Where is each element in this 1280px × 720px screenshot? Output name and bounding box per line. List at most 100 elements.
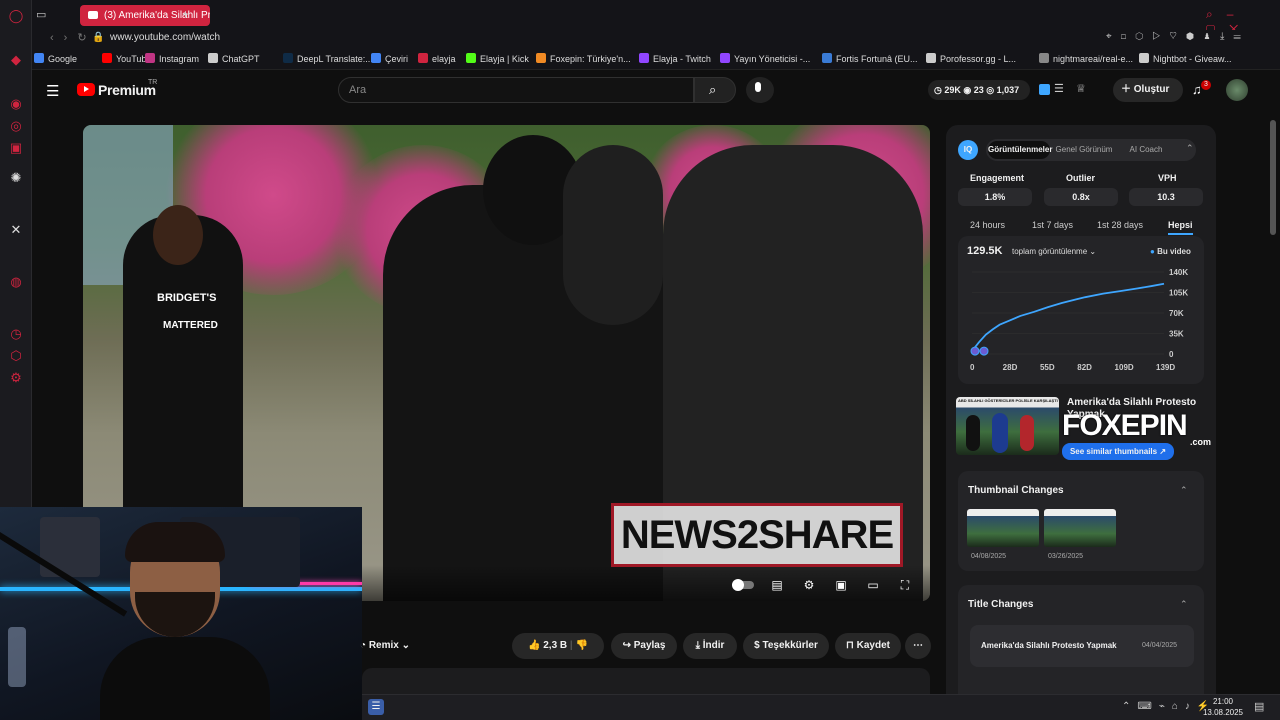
- trophy-icon[interactable]: ♕: [1076, 82, 1086, 95]
- bookmark-favicon-icon: [466, 53, 476, 63]
- legend-dot-icon: ●: [1150, 247, 1158, 256]
- create-label: Oluştur: [1133, 84, 1170, 95]
- search-input[interactable]: Ara: [338, 77, 694, 103]
- share-button[interactable]: ↪ Paylaş: [611, 633, 677, 659]
- remix-button[interactable]: ◔ Remix ⌄: [360, 633, 420, 659]
- tab-overview[interactable]: Genel Görünüm: [1054, 141, 1114, 159]
- bookmark-favicon-icon: [283, 53, 293, 63]
- messenger-icon[interactable]: ◉: [8, 96, 24, 112]
- mic-icon: [755, 82, 761, 92]
- bookmark-label: Porofessor.gg - L...: [940, 54, 1017, 64]
- bookmark-item[interactable]: ChatGPT: [208, 48, 260, 70]
- bookmark-item[interactable]: YouTube: [102, 48, 151, 70]
- taskbar-app-icon[interactable]: ☰: [368, 699, 384, 715]
- tab-views[interactable]: Görüntülenmeler: [988, 141, 1052, 159]
- collapse-icon[interactable]: ⌃: [1180, 599, 1188, 610]
- theater-mode-icon[interactable]: ▭: [865, 577, 881, 593]
- share-label: Paylaş: [633, 640, 666, 651]
- range-24h[interactable]: 24 hours: [970, 220, 1005, 230]
- bookmark-favicon-icon: [208, 53, 218, 63]
- create-button[interactable]: ＋ Oluştur: [1113, 78, 1183, 102]
- bookmark-item[interactable]: Elayja | Kick: [466, 48, 529, 70]
- bookmark-item[interactable]: Foxepin: Türkiye'n...: [536, 48, 631, 70]
- thumbnail-change-1[interactable]: [967, 509, 1039, 547]
- thanks-button[interactable]: $ Teşekkürler: [743, 633, 829, 659]
- subtitles-icon[interactable]: ▤: [769, 577, 785, 593]
- search-button[interactable]: ⌕: [694, 77, 736, 103]
- thumbnail-changes-card: Thumbnail Changes ⌃ 04/08/2025 03/26/202…: [958, 471, 1204, 571]
- bookmark-item[interactable]: Google: [34, 48, 77, 70]
- download-label: İndir: [702, 640, 725, 651]
- url-field[interactable]: www.youtube.com/watch: [110, 32, 220, 43]
- bookmark-item[interactable]: Nightbot - Giveaw...: [1139, 48, 1232, 70]
- tab-menu-icon[interactable]: ▭: [36, 8, 46, 21]
- bookmark-item[interactable]: Instagram: [145, 48, 199, 70]
- toolbar-icons[interactable]: ⌖◻⬡▷♡⬢♟⤓☰: [1106, 31, 1250, 42]
- x-icon[interactable]: ✕: [8, 222, 24, 238]
- bookmark-item[interactable]: Çeviri: [371, 48, 408, 70]
- chart-event-marker[interactable]: [970, 346, 980, 356]
- thumbnail-change-2[interactable]: [1044, 509, 1116, 547]
- range-all[interactable]: Hepsi: [1168, 220, 1193, 235]
- youtube-logo-icon[interactable]: [77, 83, 95, 96]
- bookmark-item[interactable]: elayja: [418, 48, 456, 70]
- taskbar-date: 13.08.2025: [1202, 708, 1244, 717]
- miniplayer-icon[interactable]: ▣: [833, 577, 849, 593]
- fullscreen-icon[interactable]: ⛶: [897, 577, 913, 593]
- range-7d[interactable]: 1st 7 days: [1032, 220, 1073, 230]
- bookmark-item[interactable]: nightmareai/real-e...: [1039, 48, 1133, 70]
- avatar[interactable]: [1226, 79, 1248, 101]
- download-button[interactable]: ⤓ İndir: [683, 633, 737, 659]
- plus-icon: ＋: [1121, 84, 1134, 95]
- aria-icon[interactable]: ◆: [8, 52, 24, 68]
- bookmark-item[interactable]: Fortis Fortunâ (EU...: [822, 48, 918, 70]
- settings-gear-icon[interactable]: ⚙: [801, 577, 817, 593]
- nav-buttons-icon[interactable]: ‹›↻: [50, 31, 97, 44]
- bookmark-favicon-icon: [1139, 53, 1149, 63]
- whatsapp-icon[interactable]: ◎: [8, 118, 24, 134]
- bookmark-item[interactable]: Porofessor.gg - L...: [926, 48, 1016, 70]
- notifications-icon[interactable]: ▤: [1254, 700, 1264, 713]
- chart-event-marker[interactable]: [979, 346, 989, 356]
- collapse-icon[interactable]: ⌃: [1186, 143, 1194, 154]
- range-28d[interactable]: 1st 28 days: [1097, 220, 1143, 230]
- thumbnail-caption: ABD SİLAHLI GÖSTERİCİLER POLİSLE KARŞILA…: [958, 398, 1058, 403]
- voice-search-button[interactable]: [746, 77, 774, 103]
- tab-active[interactable]: (3) Amerika'da Silahlı Prot: [80, 5, 210, 26]
- thumbnail-change-date-1: 04/08/2025: [971, 553, 1007, 560]
- thumbnail-image[interactable]: ABD SİLAHLI GÖSTERİCİLER POLİSLE KARŞILA…: [956, 397, 1059, 455]
- like-button[interactable]: 👍 2,3 B | 👎: [512, 633, 604, 659]
- bookmark-item[interactable]: DeepL Translate:...: [283, 48, 373, 70]
- description-box[interactable]: [362, 668, 930, 694]
- history-icon[interactable]: ◷: [8, 326, 24, 342]
- title-change-item: Amerika'da Silahlı Protesto Yapmak 04/04…: [970, 625, 1194, 667]
- menu-icon[interactable]: ☰: [46, 82, 59, 100]
- similar-thumbnails-button[interactable]: See similar thumbnails ↗: [1062, 443, 1174, 460]
- tab-ai-coach[interactable]: AI Coach: [1120, 141, 1172, 159]
- chatgpt-icon[interactable]: ✺: [8, 170, 24, 186]
- header-stats: ◷ 29K ◉ 23 ◎ 1,037: [928, 80, 1030, 100]
- bookmark-item[interactable]: Elayja - Twitch: [639, 48, 711, 70]
- new-tab-icon[interactable]: +: [182, 7, 189, 21]
- bookmark-label: Nightbot - Giveaw...: [1153, 54, 1232, 64]
- extensions-icon[interactable]: ⬡: [8, 348, 24, 364]
- telegram-icon[interactable]: ▣: [8, 140, 24, 156]
- x-tick-label: 109D: [1115, 363, 1134, 372]
- x-tick-label: 139D: [1156, 363, 1175, 372]
- bookmark-item[interactable]: Yayın Yöneticisi -...: [720, 48, 810, 70]
- opera-logo-icon[interactable]: ◯: [8, 8, 24, 24]
- bookmark-favicon-icon: [34, 53, 44, 63]
- autoplay-toggle[interactable]: [732, 577, 754, 593]
- bookmark-favicon-icon: [822, 53, 832, 63]
- more-button[interactable]: ⋯: [905, 633, 931, 659]
- settings-icon[interactable]: ⚙: [8, 370, 24, 386]
- save-button[interactable]: ⊓ Kaydet: [835, 633, 901, 659]
- views-dropdown[interactable]: toplam görüntülenme ⌄: [1012, 247, 1096, 256]
- collapse-icon[interactable]: ⌃: [1180, 485, 1188, 496]
- views-dropdown-label: toplam görüntülenme: [1012, 247, 1088, 256]
- scrollbar[interactable]: [1270, 120, 1276, 235]
- vidiq-icon[interactable]: [1039, 84, 1050, 95]
- list-icon[interactable]: ☰: [1054, 82, 1064, 95]
- player-icon[interactable]: ◍: [8, 274, 24, 290]
- stat-label-vph: VPH: [1158, 173, 1177, 183]
